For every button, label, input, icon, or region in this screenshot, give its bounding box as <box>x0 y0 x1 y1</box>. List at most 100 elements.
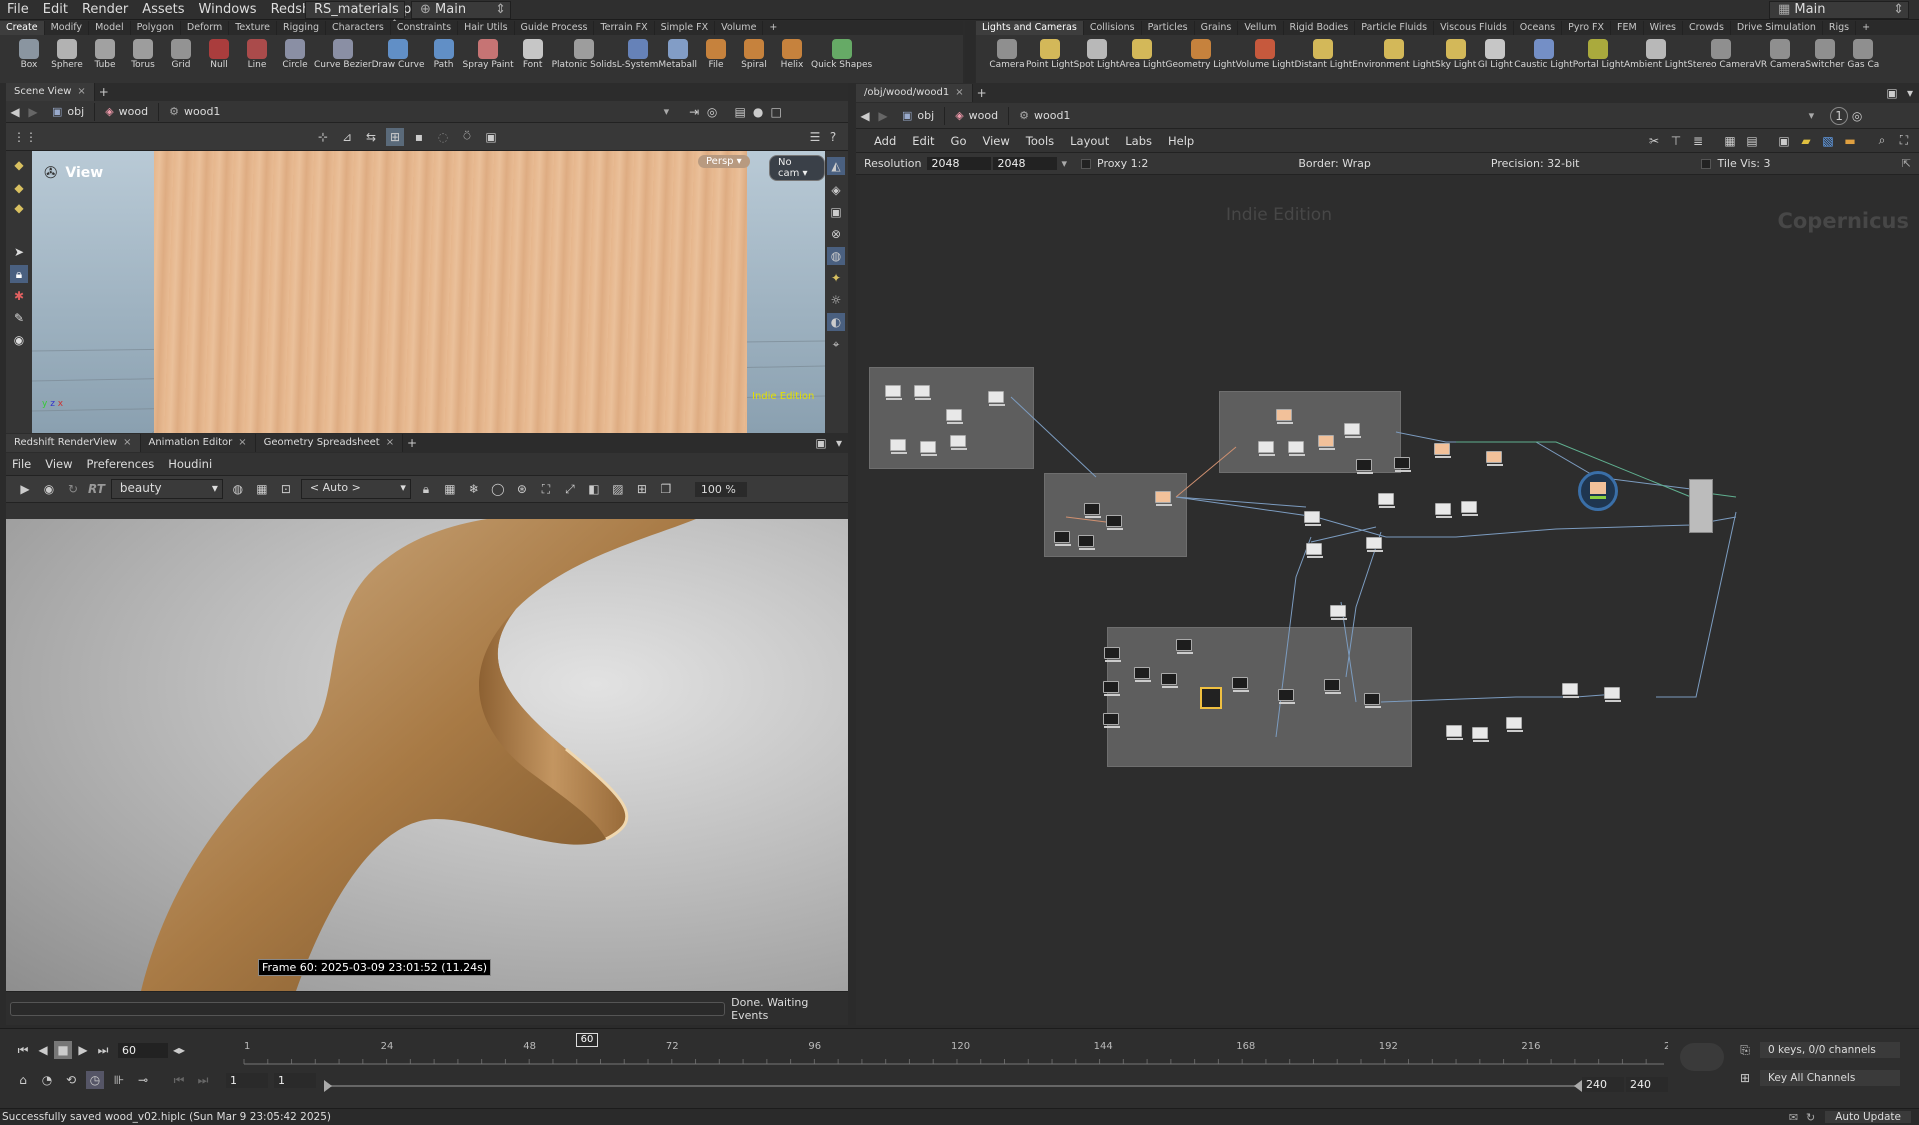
sliders-icon[interactable]: ☰ <box>806 128 824 146</box>
cop-node[interactable] <box>1435 503 1452 518</box>
cop-node[interactable] <box>1134 667 1151 682</box>
cop-node[interactable] <box>1344 423 1361 438</box>
play-icon[interactable]: ▶ <box>74 1041 92 1059</box>
right-main-dropdown[interactable]: ▦ Main ⇕ <box>1769 1 1909 19</box>
add-shelf-tab-icon[interactable]: + <box>763 21 783 35</box>
tools-icon[interactable]: ✂ <box>1645 132 1663 150</box>
rt-toggle[interactable]: RT <box>88 482 105 496</box>
snapshot-icon[interactable]: ▤ <box>731 103 749 121</box>
tool-curve-bezier[interactable]: Curve Bezier <box>314 35 372 83</box>
search-icon[interactable]: ⌕ <box>1873 132 1891 150</box>
cop-node[interactable] <box>1054 531 1071 546</box>
forward-arrow-icon[interactable]: ▶ <box>24 103 42 121</box>
target-icon[interactable]: ⊛ <box>513 480 531 498</box>
cop-node[interactable] <box>1103 681 1120 696</box>
cop-node[interactable] <box>988 391 1005 406</box>
shelf-tab-polygon[interactable]: Polygon <box>131 21 181 35</box>
audio-icon[interactable]: ◔ <box>38 1071 56 1089</box>
background-icon[interactable]: □ <box>767 103 785 121</box>
tool-gas-ca[interactable]: Gas Ca <box>1844 35 1882 83</box>
keys-channels-label[interactable]: 0 keys, 0/0 channels <box>1760 1042 1900 1058</box>
shelf-tab-characters[interactable]: Characters <box>326 21 391 35</box>
range-start-handle[interactable] <box>324 1080 332 1092</box>
range-start-field[interactable]: 1 <box>274 1072 316 1088</box>
compare-icon[interactable]: ◧ <box>585 480 603 498</box>
tool-font[interactable]: Font <box>514 35 552 83</box>
tree-icon[interactable]: ⊤ <box>1667 132 1685 150</box>
playhead-marker[interactable]: 60 <box>576 1033 598 1047</box>
shelf-tab-collisions[interactable]: Collisions <box>1084 21 1142 35</box>
network-menu-view[interactable]: View <box>983 134 1010 148</box>
shelf-tab-deform[interactable]: Deform <box>181 21 230 35</box>
light-icon[interactable]: ✦ <box>827 269 845 287</box>
cop-node[interactable] <box>946 409 963 424</box>
tool-camera[interactable]: Camera <box>988 35 1026 83</box>
cop-node[interactable] <box>1155 491 1172 506</box>
resolution-y-field[interactable]: 2048 <box>993 157 1058 170</box>
chevron-down-icon[interactable]: ▾ <box>1061 157 1067 170</box>
cop-node[interactable] <box>1176 639 1193 654</box>
tilevis-checkbox[interactable] <box>1701 158 1712 169</box>
crumb-obj[interactable]: ▣ obj <box>892 106 946 125</box>
network-graph[interactable]: Indie Edition Copernicus <box>856 177 1919 1025</box>
shelf-tab-particles[interactable]: Particles <box>1142 21 1195 35</box>
snowflake-icon[interactable]: ❄ <box>465 480 483 498</box>
precision-mode[interactable]: Precision: 32-bit <box>1491 157 1580 170</box>
end-frame-field[interactable]: 240 <box>1626 1077 1668 1092</box>
grid-view-icon[interactable]: ▦ <box>1721 132 1739 150</box>
cop-node[interactable] <box>1330 605 1347 620</box>
step-arrows-icon[interactable]: ◂▸ <box>170 1041 188 1059</box>
cop-node[interactable] <box>914 385 931 400</box>
shading-icon[interactable]: ◍ <box>827 247 845 265</box>
network-menu-edit[interactable]: Edit <box>912 134 934 148</box>
add-snapshot-icon[interactable]: ⊞ <box>633 480 651 498</box>
right-desktop-selector[interactable]: ▦ Main ⇕ <box>1769 1 1909 19</box>
close-icon[interactable]: × <box>123 434 131 452</box>
cop-node[interactable] <box>1103 713 1120 728</box>
snap-grid-icon[interactable]: ⊞ <box>386 127 404 146</box>
lock-icon[interactable]: 🔒︎ <box>10 265 28 283</box>
jump-start-icon[interactable]: ⏮ <box>14 1041 32 1059</box>
refresh-icon[interactable]: ↻ <box>64 480 82 498</box>
link-icon[interactable]: ◎ <box>1848 107 1866 125</box>
cop-node[interactable] <box>1486 451 1503 466</box>
range-end-handle[interactable] <box>1574 1080 1582 1092</box>
cop-node[interactable] <box>1562 683 1579 698</box>
cop-node[interactable] <box>950 435 967 450</box>
expand-icon[interactable]: ⇱ <box>1902 157 1911 170</box>
cop-node[interactable] <box>1306 543 1323 558</box>
shelf-tab-create[interactable]: Create <box>0 21 45 35</box>
grid-icon[interactable]: ▦ <box>441 480 459 498</box>
cop-node[interactable] <box>1364 693 1381 708</box>
network-menu-layout[interactable]: Layout <box>1070 134 1109 148</box>
stack-icon[interactable]: ▬ <box>1841 132 1859 150</box>
desktop-selector[interactable]: RS_materials⇕ ⊕ Main ⇕ <box>305 0 511 33</box>
loop-icon[interactable]: ⟲ <box>62 1071 80 1089</box>
tool-geometry-light[interactable]: Geometry Light <box>1166 35 1236 83</box>
tool-environment-light[interactable]: Environment Light <box>1352 35 1435 83</box>
tool-helix[interactable]: Helix <box>773 35 811 83</box>
menu-windows[interactable]: Windows <box>192 0 264 20</box>
tool-portal-light[interactable]: Portal Light <box>1573 35 1624 83</box>
zoom-field[interactable]: 100 % <box>694 481 747 497</box>
snap-prim-icon[interactable]: ▪ <box>410 128 428 146</box>
headlight-icon[interactable]: ☼ <box>827 291 845 309</box>
copy-icon[interactable]: ❐ <box>657 480 675 498</box>
cop-node[interactable] <box>1161 673 1178 688</box>
display-options-icon[interactable]: ◭ <box>827 157 845 175</box>
cop-node[interactable] <box>1394 457 1411 472</box>
range-end-icon[interactable]: ⏭ <box>194 1071 212 1089</box>
shelf-tab-viscous-fluids[interactable]: Viscous Fluids <box>1434 21 1514 35</box>
timeline-ruler[interactable]: 1 24 48 72 96 120 144 168 192 216 2 <box>238 1031 1668 1071</box>
shelf-tab-rigid-bodies[interactable]: Rigid Bodies <box>1284 21 1356 35</box>
ghost-icon[interactable]: ⊗ <box>827 225 845 243</box>
snap-point-icon[interactable]: ⊹ <box>314 128 332 146</box>
start-frame-field[interactable]: 1 <box>226 1072 268 1088</box>
cop-node[interactable] <box>1258 441 1275 456</box>
magnet-icon[interactable]: ⍥ <box>458 128 476 146</box>
tab-network-path[interactable]: /obj/wood/wood1 × <box>856 84 973 102</box>
tool-null[interactable]: Null <box>200 35 238 83</box>
menu-edit[interactable]: Edit <box>36 0 75 20</box>
tool-spiral[interactable]: Spiral <box>735 35 773 83</box>
current-frame-field[interactable]: 60 <box>118 1042 168 1058</box>
